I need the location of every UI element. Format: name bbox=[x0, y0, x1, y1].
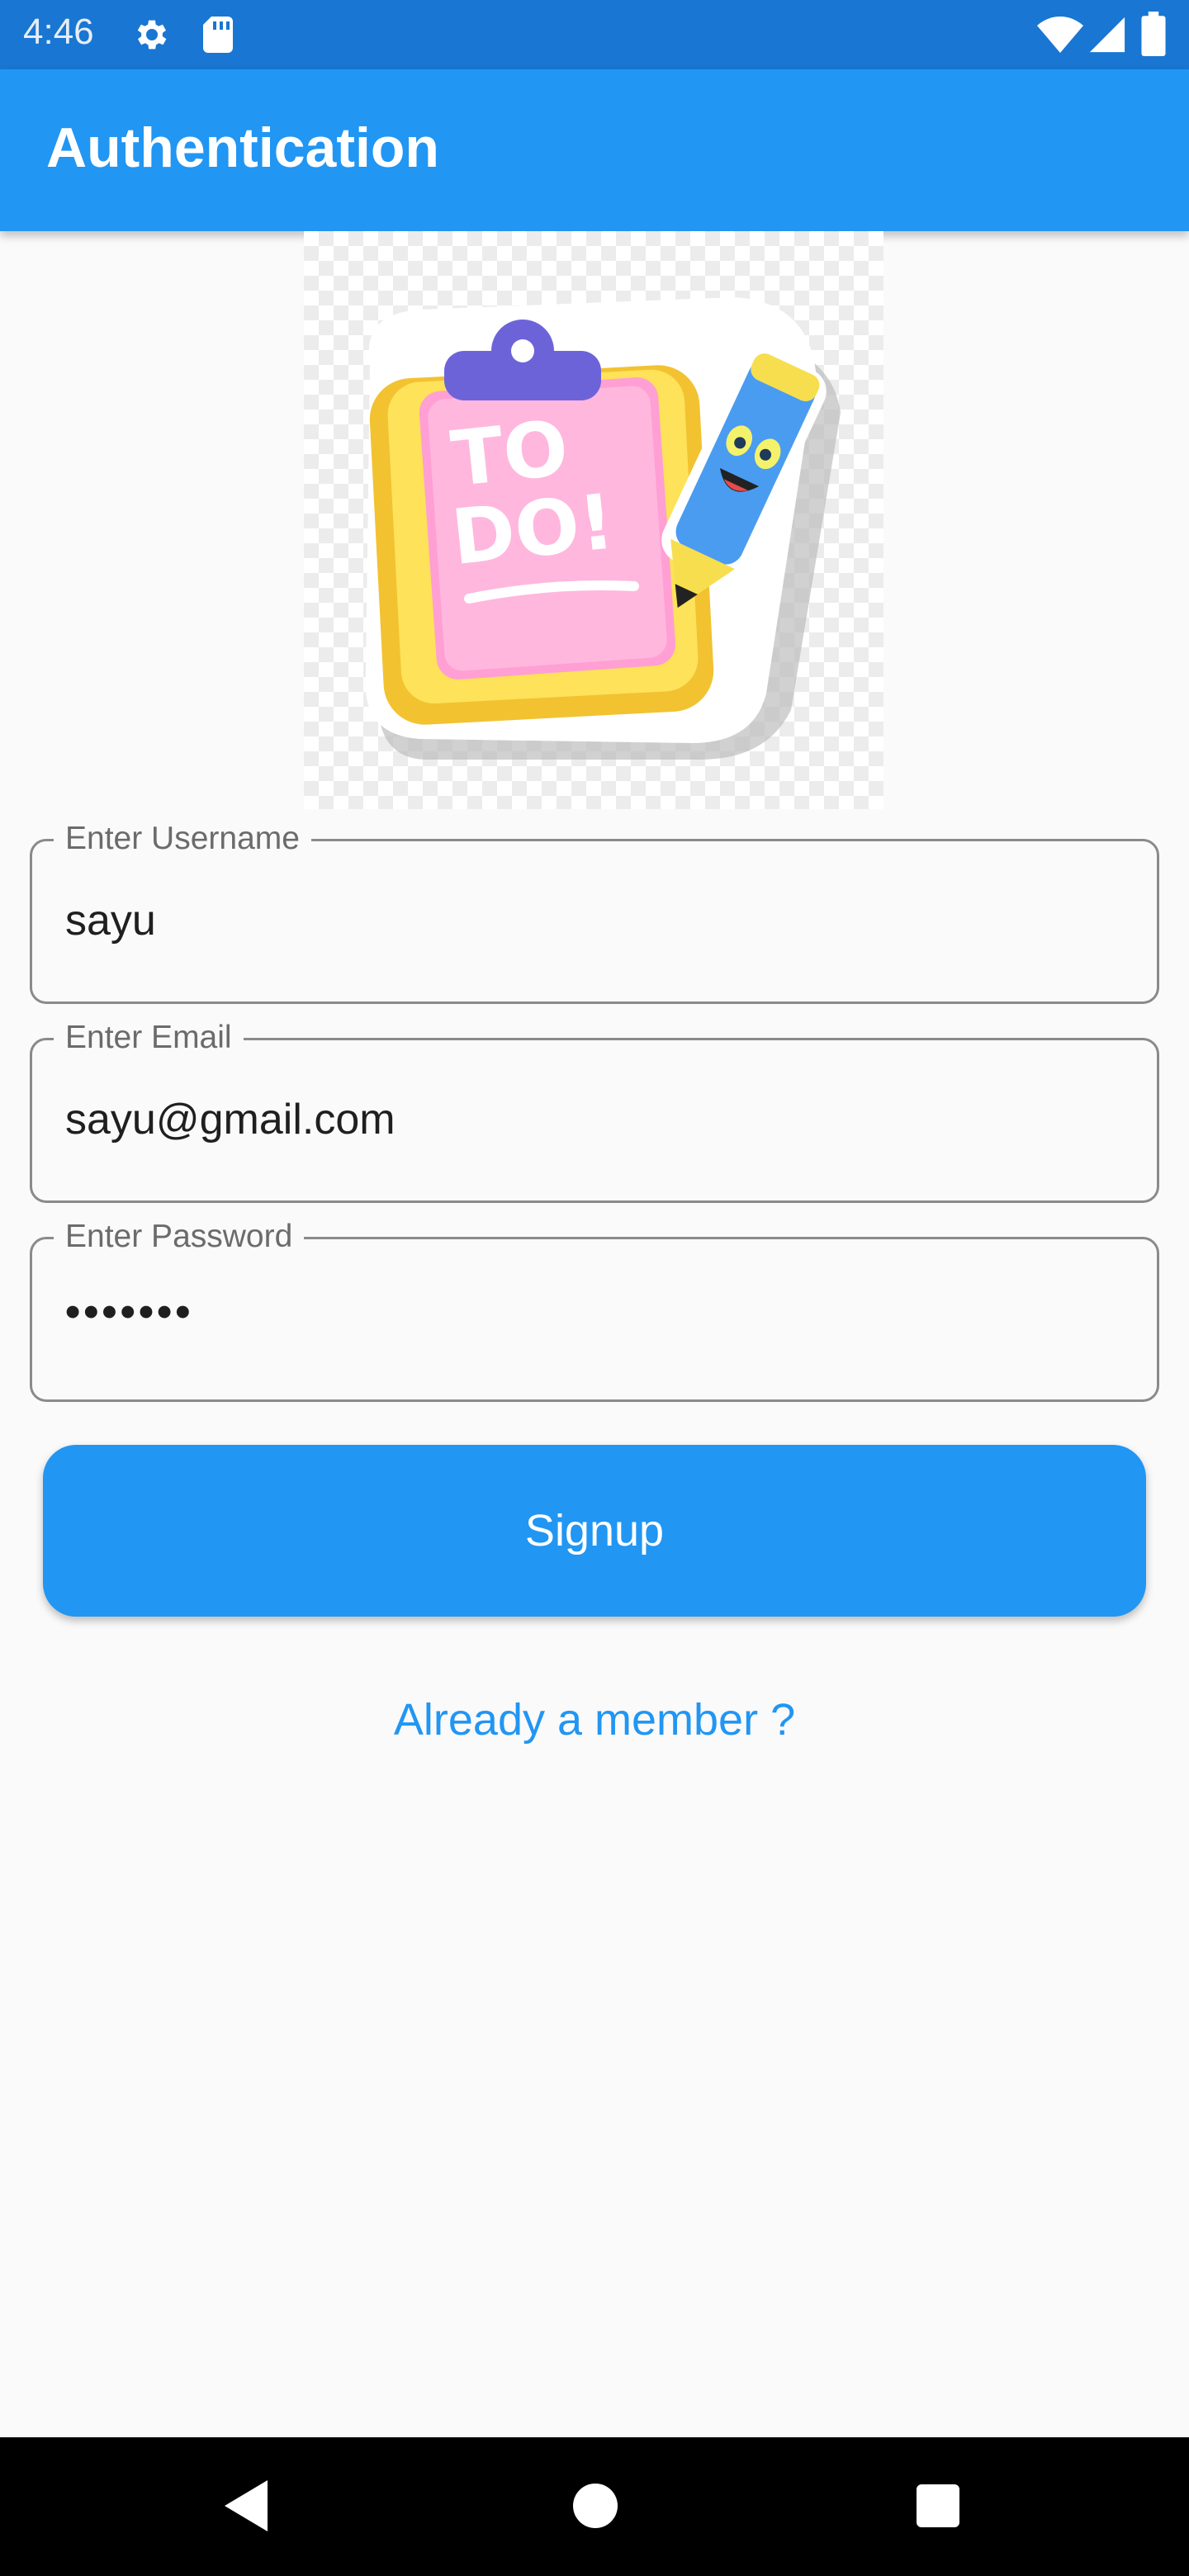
username-label: Enter Username bbox=[54, 817, 311, 861]
username-field[interactable]: Enter Username sayu bbox=[30, 817, 1159, 1004]
status-bar: 4:46 bbox=[0, 0, 1189, 69]
status-time: 4:46 bbox=[23, 12, 94, 52]
password-label: Enter Password bbox=[54, 1215, 305, 1259]
todo-illustration: TO DO! bbox=[304, 231, 883, 809]
username-input[interactable]: sayu bbox=[65, 894, 156, 947]
recents-icon[interactable] bbox=[917, 2484, 959, 2527]
already-member-link[interactable]: Already a member ? bbox=[0, 1694, 1189, 1745]
signup-button-label: Signup bbox=[524, 1506, 665, 1556]
wifi-icon bbox=[1037, 17, 1083, 53]
back-icon[interactable] bbox=[221, 2477, 271, 2535]
password-input[interactable]: ••••••• bbox=[65, 1286, 193, 1338]
cell-signal-icon bbox=[1089, 17, 1125, 53]
app-title: Authentication bbox=[46, 116, 439, 179]
gear-icon bbox=[137, 20, 167, 50]
signup-button[interactable]: Signup bbox=[43, 1445, 1146, 1617]
app-bar: Authentication bbox=[0, 69, 1189, 231]
email-label: Enter Email bbox=[54, 1016, 244, 1060]
home-icon[interactable] bbox=[573, 2484, 618, 2528]
email-input[interactable]: sayu@gmail.com bbox=[65, 1093, 396, 1146]
sticker-text-do: DO! bbox=[448, 477, 618, 582]
password-field[interactable]: Enter Password ••••••• bbox=[30, 1215, 1159, 1402]
battery-icon bbox=[1141, 12, 1166, 56]
system-nav-bar bbox=[0, 2437, 1189, 2576]
sd-card-icon bbox=[203, 17, 233, 53]
todo-sticker-image: TO DO! bbox=[365, 297, 841, 760]
email-field[interactable]: Enter Email sayu@gmail.com bbox=[30, 1016, 1159, 1203]
